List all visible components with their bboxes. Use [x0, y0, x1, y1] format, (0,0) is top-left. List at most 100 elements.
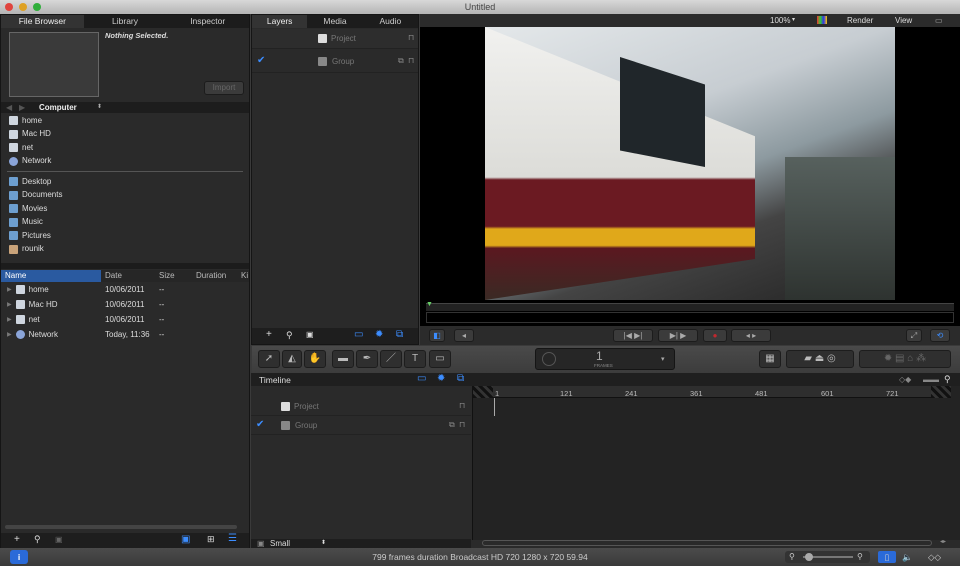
step-frame-button[interactable]: ◂ ▸ — [731, 329, 771, 342]
sidebar-item-music[interactable]: Music — [1, 216, 249, 230]
shape-tool-icon[interactable]: ▬ — [332, 350, 354, 368]
disclosure-triangle-icon[interactable]: ▶ — [7, 298, 12, 312]
search-icon[interactable]: ⚲ — [34, 534, 41, 545]
text-tool-icon[interactable]: T — [404, 350, 426, 368]
mini-timeline[interactable]: ▼ — [426, 301, 954, 311]
adjust-tool-icon[interactable]: ◭ — [282, 350, 302, 368]
slider-thumb[interactable] — [805, 553, 813, 561]
horizontal-scrollbar[interactable] — [5, 525, 237, 529]
zoom-icon[interactable]: ⚲ — [944, 374, 951, 385]
splitter-handle[interactable] — [1, 263, 249, 269]
snapping-icon[interactable]: ▬▬ — [923, 375, 939, 384]
hand-tool-icon[interactable]: ✋ — [304, 350, 326, 368]
sidebar-item-rounik[interactable]: rounik — [1, 243, 249, 257]
play-button[interactable]: ▶| ▶ — [658, 329, 698, 342]
lock-icon[interactable]: ⊓ — [459, 401, 465, 410]
select-tool-icon[interactable]: ➚ — [258, 350, 280, 368]
render-popup[interactable]: Render — [847, 16, 873, 25]
forward-arrow-icon[interactable]: ▶ — [19, 102, 25, 113]
icon-view-icon[interactable]: ⊞ — [207, 534, 215, 545]
layer-row-project[interactable]: Project ⊓ — [252, 29, 418, 49]
sidebar-item-mac-hd[interactable]: Mac HD — [1, 128, 249, 142]
sidebar-item-documents[interactable]: Documents — [1, 189, 249, 203]
tab-media[interactable]: Media — [307, 15, 362, 28]
sidebar-item-movies[interactable]: Movies — [1, 202, 249, 216]
gear-icon[interactable]: ✹ — [375, 329, 383, 340]
tab-file-browser[interactable]: File Browser — [1, 15, 84, 28]
audio-icon[interactable]: 🔈 — [902, 548, 913, 566]
thumbnail-icon[interactable]: ▣ — [306, 330, 314, 339]
sidebar-item-home[interactable]: home — [1, 114, 249, 128]
tab-layers[interactable]: Layers — [252, 15, 308, 28]
fullscreen-icon[interactable]: ⤢ — [906, 329, 922, 342]
file-row[interactable]: ▶ Network Today, 11:36 -- — [1, 327, 249, 342]
search-icon[interactable]: ⚲ — [286, 330, 293, 341]
isolate-icon[interactable]: ⧉ — [449, 420, 455, 430]
timeline-track-area[interactable]: 1 121 241 361 481 601 721 — [472, 386, 960, 540]
timeline-row-group[interactable]: ✔ Group ⧉ ⊓ — [251, 417, 471, 435]
go-to-start-end-button[interactable]: |◀ ▶| — [613, 329, 653, 342]
column-date[interactable]: Date — [105, 270, 122, 282]
paint-tool-icon[interactable]: ／ — [380, 350, 402, 368]
sidebar-item-net[interactable]: net — [1, 141, 249, 155]
view-popup[interactable]: View — [895, 16, 912, 25]
size-popup[interactable]: Small — [270, 539, 290, 548]
location-popup[interactable]: Computer — [39, 102, 77, 113]
add-icon[interactable]: + — [266, 329, 272, 340]
show-preview-icon[interactable]: ▣ — [181, 534, 190, 545]
gear-icon[interactable]: ✹ — [437, 373, 445, 384]
lock-icon[interactable]: ⊓ — [408, 33, 414, 42]
lock-icon[interactable]: ⊓ — [459, 420, 465, 429]
loop-icon[interactable]: ⟲ — [930, 329, 950, 342]
layers-view-icon[interactable]: ▭ — [417, 373, 426, 384]
add-icon[interactable]: + — [14, 534, 20, 545]
in-point-marker[interactable]: ▼ — [426, 301, 433, 308]
info-icon[interactable]: i — [10, 550, 28, 564]
zoom-out-icon[interactable]: ⚲ — [789, 548, 795, 566]
audio-button[interactable]: ◂ — [454, 329, 474, 342]
close-button[interactable] — [5, 3, 13, 11]
layout-icon[interactable]: ▭ — [935, 16, 943, 25]
keyframe-editor-icon[interactable]: ◇◇ — [928, 548, 941, 566]
library-icon[interactable]: ▦ — [759, 350, 781, 368]
isolate-icon[interactable]: ⧉ — [398, 56, 404, 66]
sidebar-item-network[interactable]: Network — [1, 155, 249, 169]
list-view-icon[interactable]: ☰ — [228, 533, 237, 544]
mask-tool-icon[interactable]: ▭ — [429, 350, 451, 368]
file-row[interactable]: ▶ Mac HD 10/06/2011 -- — [1, 297, 249, 312]
timeline-row-project[interactable]: Project ⊓ — [251, 398, 471, 416]
keyframe-icon[interactable]: ◇◆ — [899, 375, 911, 384]
filters-generators-group[interactable]: ✹ ▤ ⌂ ⁂ — [859, 350, 951, 368]
layers-view-icon[interactable]: ▭ — [354, 329, 363, 340]
scroll-arrows-icon[interactable]: ◂▸ — [940, 538, 946, 545]
import-button[interactable]: Import — [204, 81, 244, 95]
lock-icon[interactable]: ⊓ — [408, 56, 414, 65]
disclosure-triangle-icon[interactable]: ▶ — [7, 328, 12, 342]
stack-icon[interactable]: ⧉ — [396, 329, 403, 340]
time-ruler[interactable]: 1 121 241 361 481 601 721 — [493, 386, 931, 398]
record-button[interactable]: ● — [703, 329, 727, 342]
column-duration[interactable]: Duration — [196, 270, 226, 282]
preview-icon[interactable]: ▣ — [55, 535, 63, 544]
zoom-in-icon[interactable]: ⚲ — [857, 548, 863, 566]
checkbox-checked[interactable]: ✔ — [256, 419, 264, 430]
color-channels-icon[interactable] — [817, 16, 827, 24]
layout-icon[interactable]: ▯ — [878, 551, 896, 563]
camera-light-behaviors-group[interactable]: ▰ ⏏ ◎ — [786, 350, 854, 368]
zoom-slider[interactable]: ⚲ ⚲ — [785, 551, 870, 563]
back-arrow-icon[interactable]: ◀ — [6, 102, 12, 113]
column-kind[interactable]: Ki — [241, 270, 248, 282]
tab-audio[interactable]: Audio — [363, 15, 418, 28]
stack-icon[interactable]: ⧉ — [457, 373, 464, 384]
bezier-tool-icon[interactable]: ✒ — [356, 350, 378, 368]
minimize-button[interactable] — [19, 3, 27, 11]
sidebar-item-desktop[interactable]: Desktop — [1, 175, 249, 189]
column-name[interactable]: Name — [1, 270, 101, 282]
view-toggle-button[interactable]: ◧ — [429, 329, 445, 342]
timecode-mode-icon[interactable] — [542, 352, 556, 366]
file-row[interactable]: ▶ home 10/06/2011 -- — [1, 282, 249, 297]
scrub-area[interactable] — [426, 312, 954, 323]
zoom-button[interactable] — [33, 3, 41, 11]
timeline-scrollbar[interactable] — [482, 540, 932, 546]
zoom-popup[interactable]: 100% — [770, 16, 790, 25]
